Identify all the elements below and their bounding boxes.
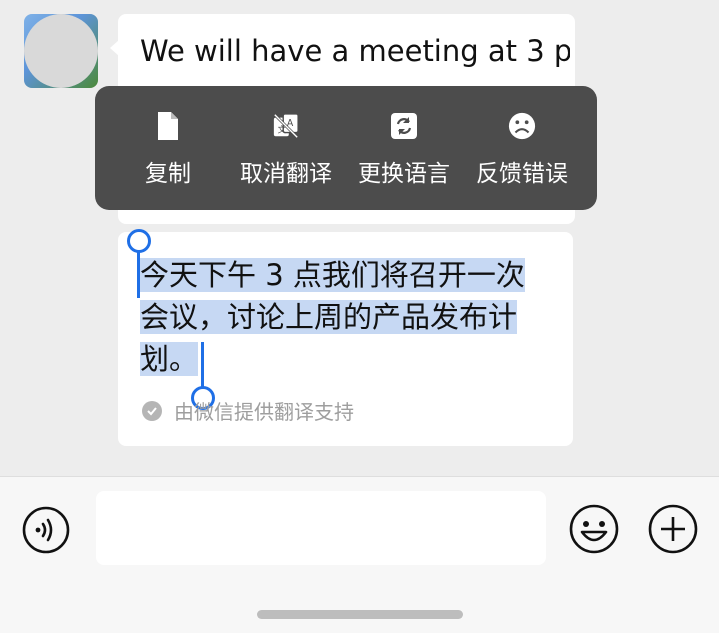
divider (0, 476, 719, 477)
emoji-button[interactable] (569, 504, 619, 554)
menu-item-label: 取消翻译 (240, 161, 332, 187)
cancel-translate-icon: 文 A (272, 112, 300, 140)
menu-item-label: 复制 (145, 161, 191, 187)
menu-item-cancel-translate[interactable]: 文 A 取消翻译 (227, 86, 345, 210)
change-language-icon (390, 112, 418, 140)
message-text: We will have a meeting at 3 pm this afte… (140, 34, 570, 68)
menu-item-label: 反馈错误 (476, 161, 568, 187)
selection-start-handle[interactable] (127, 229, 151, 253)
translation-line-3: 划。 (140, 342, 199, 376)
avatar[interactable] (24, 14, 98, 88)
context-menu: 复制 文 A 取消翻译 更换语言 反馈错误 (95, 86, 597, 210)
menu-item-change-language[interactable]: 更换语言 (345, 86, 463, 210)
translation-line-1: 今天下午 3 点我们将召开一次 (140, 258, 525, 292)
selection-end-line (201, 342, 204, 390)
voice-button[interactable] (22, 506, 70, 554)
copy-icon (154, 112, 182, 140)
emoji-icon (569, 504, 619, 554)
plus-icon (648, 504, 698, 554)
menu-item-copy[interactable]: 复制 (109, 86, 227, 210)
menu-item-label: 更换语言 (358, 161, 450, 187)
message-input[interactable] (96, 491, 546, 565)
check-circle-icon (142, 400, 162, 421)
voice-icon (22, 506, 70, 554)
sad-face-icon (508, 112, 536, 140)
home-indicator[interactable] (257, 610, 463, 619)
menu-item-feedback[interactable]: 反馈错误 (463, 86, 581, 210)
translation-provider: 由微信提供翻译支持 (142, 396, 354, 425)
translation-provider-text: 由微信提供翻译支持 (174, 400, 354, 424)
translation-line-2: 会议，讨论上周的产品发布计 (140, 300, 518, 334)
more-button[interactable] (648, 504, 698, 554)
selection-start-line (137, 250, 140, 298)
